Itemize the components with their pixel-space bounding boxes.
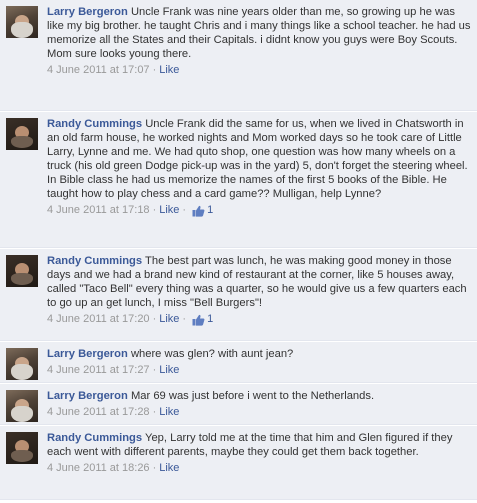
meta-separator: · <box>152 64 157 76</box>
comment-author-link[interactable]: Larry Bergeron <box>47 6 128 18</box>
like-link[interactable]: Like <box>159 312 179 326</box>
meta-separator: · <box>152 406 157 418</box>
comment-author-link[interactable]: Randy Cummings <box>47 432 142 444</box>
like-link[interactable]: Like <box>159 461 179 475</box>
thumbs-up-icon[interactable] <box>192 314 205 326</box>
comment-timestamp[interactable]: 4 June 2011 at 17:27 <box>47 363 150 377</box>
like-link[interactable]: Like <box>159 405 179 419</box>
avatar[interactable] <box>6 255 38 287</box>
comment-author-link[interactable]: Larry Bergeron <box>47 348 128 360</box>
comment-timestamp[interactable]: 4 June 2011 at 17:07 <box>47 63 150 77</box>
comment-item: Larry Bergeron Uncle Frank was nine year… <box>0 0 477 111</box>
meta-separator: · <box>182 204 187 216</box>
comment-text: Uncle Frank did the same for us, when we… <box>47 118 468 200</box>
comment-text: where was glen? with aunt jean? <box>130 348 294 360</box>
meta-separator: · <box>152 313 157 325</box>
meta-separator: · <box>152 204 157 216</box>
like-count[interactable]: 1 <box>207 312 213 326</box>
thumbs-up-icon[interactable] <box>192 205 205 217</box>
comment-item: Randy Cummings The best part was lunch, … <box>0 249 477 341</box>
comment-item: Randy Cummings Uncle Frank did the same … <box>0 112 477 248</box>
like-link[interactable]: Like <box>159 363 179 377</box>
like-count[interactable]: 1 <box>207 203 213 217</box>
comment-author-link[interactable]: Larry Bergeron <box>47 390 128 402</box>
comment-timestamp[interactable]: 4 June 2011 at 17:20 <box>47 312 150 326</box>
comment-author-link[interactable]: Randy Cummings <box>47 118 142 130</box>
comment-timestamp[interactable]: 4 June 2011 at 18:26 <box>47 461 150 475</box>
avatar[interactable] <box>6 6 38 38</box>
like-link[interactable]: Like <box>159 203 179 217</box>
comment-item: Randy Cummings Yep, Larry told me at the… <box>0 426 477 500</box>
meta-separator: · <box>152 462 157 474</box>
avatar[interactable] <box>6 348 38 380</box>
comment-item: Larry Bergeron Mar 69 was just before i … <box>0 384 477 425</box>
avatar[interactable] <box>6 390 38 422</box>
comment-timestamp[interactable]: 4 June 2011 at 17:18 <box>47 203 150 217</box>
comment-text: Mar 69 was just before i went to the Net… <box>130 390 375 402</box>
comment-text-line2: Mom sure looks young there. <box>47 48 192 60</box>
avatar[interactable] <box>6 432 38 464</box>
avatar[interactable] <box>6 118 38 150</box>
comment-timestamp[interactable]: 4 June 2011 at 17:28 <box>47 405 150 419</box>
meta-separator: · <box>152 364 157 376</box>
comment-thread: Larry Bergeron Uncle Frank was nine year… <box>0 0 477 500</box>
meta-separator: · <box>182 313 187 325</box>
like-link[interactable]: Like <box>159 63 179 77</box>
comment-author-link[interactable]: Randy Cummings <box>47 255 142 267</box>
comment-item: Larry Bergeron where was glen? with aunt… <box>0 342 477 383</box>
